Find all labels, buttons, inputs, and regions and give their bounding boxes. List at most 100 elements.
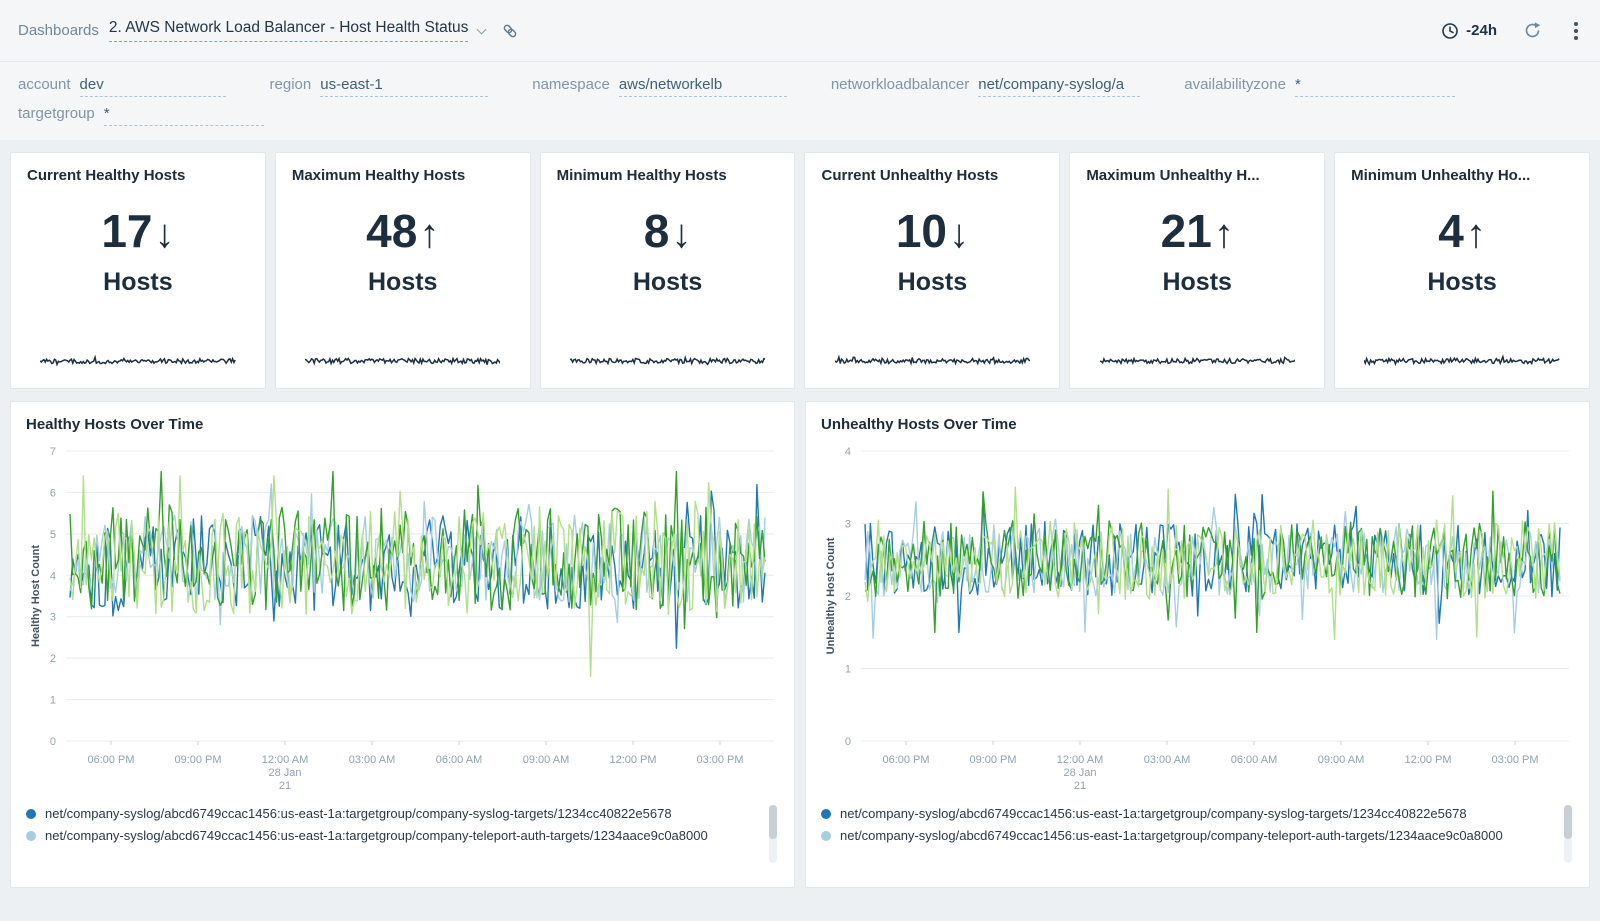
chart-canvas: 01234567Healthy Host Count06:00 PM09:00 … bbox=[26, 441, 779, 793]
legend-item[interactable]: net/company-syslog/abcd6749ccac1456:us-e… bbox=[26, 827, 761, 846]
overflow-menu-button[interactable] bbox=[1570, 18, 1582, 44]
x-tick-label: 06:00 AM bbox=[436, 754, 482, 766]
trend-down-icon: ↓ bbox=[949, 212, 969, 256]
chart-panel-healthy: Healthy Hosts Over Time 01234567Healthy … bbox=[10, 401, 795, 888]
filter-namespace-value[interactable]: aws/networkelb bbox=[619, 76, 787, 97]
legend-dot bbox=[26, 831, 36, 841]
y-tick-label: 7 bbox=[50, 446, 56, 458]
sparkline bbox=[1100, 353, 1295, 369]
legend-items: net/company-syslog/abcd6749ccac1456:us-e… bbox=[26, 805, 761, 846]
top-header: Dashboards 2. AWS Network Load Balancer … bbox=[0, 0, 1600, 62]
y-tick-label: 2 bbox=[50, 653, 56, 665]
x-tick-label: 28 Jan bbox=[268, 767, 301, 779]
y-tick-label: 6 bbox=[50, 487, 56, 499]
filter-account-value[interactable]: dev bbox=[80, 76, 226, 97]
x-tick-label: 09:00 PM bbox=[969, 754, 1016, 766]
y-tick-label: 2 bbox=[845, 591, 851, 603]
legend-item[interactable]: net/company-syslog/abcd6749ccac1456:us-e… bbox=[821, 827, 1556, 846]
chart-legend: net/company-syslog/abcd6749ccac1456:us-e… bbox=[26, 805, 779, 863]
page-title: 2. AWS Network Load Balancer - Host Heal… bbox=[109, 19, 469, 42]
share-link-button[interactable] bbox=[501, 22, 519, 40]
x-tick-label: 09:00 PM bbox=[174, 754, 221, 766]
legend-dot bbox=[821, 831, 831, 841]
filter-networkloadbalancer-value[interactable]: net/company-syslog/a bbox=[978, 76, 1140, 97]
stat-value: 48↑ bbox=[292, 208, 514, 254]
chart-panels-row: Healthy Hosts Over Time 01234567Healthy … bbox=[0, 401, 1600, 888]
stat-value: 4↑ bbox=[1351, 208, 1573, 254]
legend-label: net/company-syslog/abcd6749ccac1456:us-e… bbox=[840, 805, 1467, 824]
y-tick-label: 4 bbox=[50, 570, 56, 582]
x-tick-label: 03:00 AM bbox=[349, 754, 395, 766]
y-tick-label: 4 bbox=[845, 446, 851, 458]
legend-item[interactable]: net/company-syslog/abcd6749ccac1456:us-e… bbox=[821, 805, 1556, 824]
chevron-down-icon bbox=[477, 25, 487, 35]
y-tick-label: 3 bbox=[845, 519, 851, 531]
legend-scrollbar[interactable] bbox=[769, 805, 777, 863]
stat-panels-row: Current Healthy Hosts 17↓ Hosts Maximum … bbox=[0, 152, 1600, 389]
sparkline-path bbox=[835, 357, 1030, 363]
filter-label: targetgroup bbox=[18, 105, 95, 122]
refresh-icon bbox=[1523, 21, 1542, 40]
filter-namespace: namespace aws/networkelb bbox=[532, 76, 787, 97]
legend-scrollbar[interactable] bbox=[1564, 805, 1572, 863]
x-tick-label: 12:00 AM bbox=[262, 754, 308, 766]
sparkline-path bbox=[570, 358, 765, 365]
x-tick-label: 21 bbox=[1074, 780, 1086, 792]
trend-up-icon: ↑ bbox=[1214, 212, 1234, 256]
stat-panel-current-unhealthy: Current Unhealthy Hosts 10↓ Hosts bbox=[804, 152, 1060, 389]
chart-panel-unhealthy: Unhealthy Hosts Over Time 01234UnHealthy… bbox=[805, 401, 1590, 888]
y-axis-label: Healthy Host Count bbox=[30, 545, 42, 647]
dashboard-title-dropdown[interactable]: 2. AWS Network Load Balancer - Host Heal… bbox=[109, 19, 486, 42]
stat-title: Maximum Unhealthy H... bbox=[1086, 167, 1308, 184]
y-tick-label: 1 bbox=[845, 664, 851, 676]
stat-panel-max-healthy: Maximum Healthy Hosts 48↑ Hosts bbox=[275, 152, 531, 389]
filter-bar: account dev region us-east-1 namespace a… bbox=[0, 62, 1600, 140]
legend-label: net/company-syslog/abcd6749ccac1456:us-e… bbox=[840, 827, 1503, 846]
filter-label: networkloadbalancer bbox=[831, 76, 969, 93]
stat-unit: Hosts bbox=[821, 268, 1043, 297]
legend-scrollbar-thumb[interactable] bbox=[769, 805, 777, 839]
x-tick-label: 06:00 AM bbox=[1231, 754, 1277, 766]
time-range-label: -24h bbox=[1466, 22, 1497, 39]
x-tick-label: 09:00 AM bbox=[523, 754, 569, 766]
filter-label: account bbox=[18, 76, 71, 93]
trend-up-icon: ↑ bbox=[419, 212, 439, 256]
stat-unit: Hosts bbox=[1351, 268, 1573, 297]
x-tick-label: 06:00 PM bbox=[87, 754, 134, 766]
x-tick-label: 09:00 AM bbox=[1318, 754, 1364, 766]
filter-label: namespace bbox=[532, 76, 610, 93]
refresh-button[interactable] bbox=[1523, 21, 1542, 40]
trend-down-icon: ↓ bbox=[155, 212, 175, 256]
stat-panel-max-unhealthy: Maximum Unhealthy H... 21↑ Hosts bbox=[1069, 152, 1325, 389]
stat-unit: Hosts bbox=[27, 268, 249, 297]
stat-title: Minimum Unhealthy Ho... bbox=[1351, 167, 1573, 184]
stat-value: 21↑ bbox=[1086, 208, 1308, 254]
filter-targetgroup: targetgroup * bbox=[18, 105, 264, 126]
sparkline bbox=[1364, 353, 1559, 369]
sparkline-path bbox=[40, 357, 235, 364]
legend-scrollbar-thumb[interactable] bbox=[1564, 805, 1572, 839]
legend-label: net/company-syslog/abcd6749ccac1456:us-e… bbox=[45, 805, 672, 824]
x-tick-label: 12:00 AM bbox=[1057, 754, 1103, 766]
x-tick-label: 28 Jan bbox=[1063, 767, 1096, 779]
x-tick-label: 03:00 PM bbox=[696, 754, 743, 766]
stat-value: 17↓ bbox=[27, 208, 249, 254]
filter-region-value[interactable]: us-east-1 bbox=[320, 76, 488, 97]
filter-availabilityzone-value[interactable]: * bbox=[1295, 76, 1455, 97]
legend-label: net/company-syslog/abcd6749ccac1456:us-e… bbox=[45, 827, 708, 846]
stat-title: Maximum Healthy Hosts bbox=[292, 167, 514, 184]
filter-targetgroup-value[interactable]: * bbox=[104, 105, 264, 126]
chart-title: Healthy Hosts Over Time bbox=[26, 416, 779, 433]
stat-unit: Hosts bbox=[1086, 268, 1308, 297]
kebab-icon bbox=[1574, 22, 1578, 26]
filter-label: region bbox=[270, 76, 312, 93]
stat-title: Minimum Healthy Hosts bbox=[557, 167, 779, 184]
legend-item[interactable]: net/company-syslog/abcd6749ccac1456:us-e… bbox=[26, 805, 761, 824]
y-tick-label: 1 bbox=[50, 695, 56, 707]
stat-panel-min-healthy: Minimum Healthy Hosts 8↓ Hosts bbox=[540, 152, 796, 389]
breadcrumb-dashboards[interactable]: Dashboards bbox=[18, 22, 99, 39]
stat-value: 8↓ bbox=[557, 208, 779, 254]
chart-canvas: 01234UnHealthy Host Count06:00 PM09:00 P… bbox=[821, 441, 1574, 793]
time-range-button[interactable]: -24h bbox=[1441, 22, 1497, 40]
stat-panel-min-unhealthy: Minimum Unhealthy Ho... 4↑ Hosts bbox=[1334, 152, 1590, 389]
